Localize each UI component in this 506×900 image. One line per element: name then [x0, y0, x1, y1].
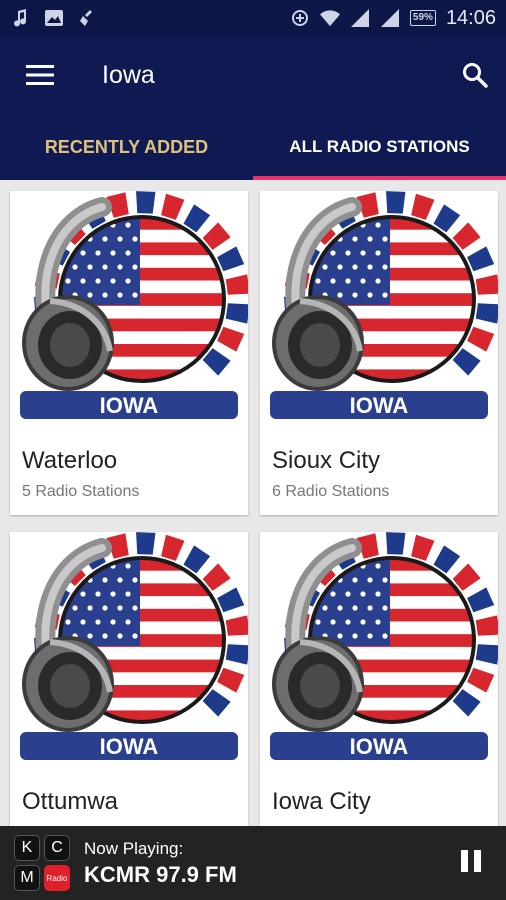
card-title: Ottumwa	[22, 788, 119, 815]
status-bar: 59% 14:06	[0, 0, 506, 36]
search-icon[interactable]	[444, 36, 506, 114]
card-title: Waterloo	[22, 447, 118, 474]
card-title: Sioux City	[272, 447, 381, 474]
tab-recently-added[interactable]: RECENTLY ADDED	[0, 114, 253, 180]
logo-letter: Radio	[44, 865, 70, 891]
iowa-radio-artwork: IOWA	[270, 532, 498, 760]
card-subtitle: 5 Radio Stations	[22, 483, 140, 500]
card-badge: IOWA	[350, 393, 409, 418]
now-playing-station: KCMR 97.9 FM	[84, 861, 237, 887]
card-badge: IOWA	[100, 734, 159, 759]
cleaner-icon	[78, 8, 98, 28]
music-note-icon	[10, 8, 30, 28]
wifi-icon	[319, 8, 340, 28]
card-subtitle: 6 Radio Stations	[272, 483, 390, 500]
signal-icon	[350, 8, 370, 28]
city-card-ottumwa[interactable]: IOWA Ottumwa	[10, 532, 248, 826]
signal-icon	[380, 8, 400, 28]
now-playing-bar[interactable]: K C M Radio Now Playing: KCMR 97.9 FM	[0, 826, 506, 900]
logo-letter: M	[14, 865, 40, 891]
battery-indicator: 59%	[409, 10, 436, 26]
pause-icon[interactable]	[458, 850, 484, 876]
city-card-iowa-city[interactable]: IOWA Iowa City	[260, 532, 498, 826]
iowa-radio-artwork: IOWA	[20, 191, 248, 419]
logo-letter: K	[14, 835, 40, 861]
station-logo: K C M Radio	[6, 833, 78, 893]
hamburger-menu-icon[interactable]	[0, 36, 80, 114]
card-badge: IOWA	[350, 734, 409, 759]
city-card-waterloo[interactable]: IOWA Waterloo 5 Radio Stations	[10, 191, 248, 515]
iowa-radio-artwork: IOWA	[270, 191, 498, 419]
logo-letter: C	[44, 835, 70, 861]
image-icon	[44, 8, 64, 28]
card-badge: IOWA	[100, 393, 159, 418]
iowa-radio-artwork: IOWA	[20, 532, 248, 760]
station-grid: IOWA Waterloo 5 Radio Stations IOWA Siou…	[0, 180, 506, 826]
tab-bar: RECENTLY ADDED ALL RADIO STATIONS	[0, 114, 506, 180]
status-time: 14:06	[445, 6, 496, 29]
tab-all-radio-stations[interactable]: ALL RADIO STATIONS	[253, 114, 506, 180]
page-title: Iowa	[102, 60, 155, 89]
now-playing-label: Now Playing:	[84, 838, 184, 858]
city-card-sioux-city[interactable]: IOWA Sioux City 6 Radio Stations	[260, 191, 498, 515]
app-toolbar: Iowa	[0, 36, 506, 114]
card-title: Iowa City	[272, 788, 371, 815]
data-saver-icon	[290, 8, 310, 28]
